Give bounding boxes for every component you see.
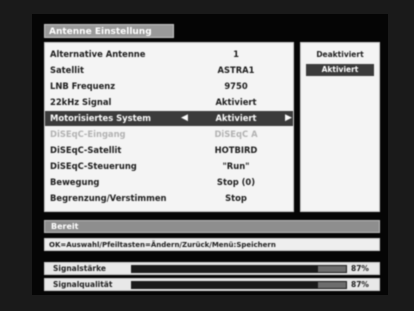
menu-row-bewegung[interactable]: Bewegung Stop (0) — [45, 175, 293, 190]
key-help-bar: OK=Auswahl/Pfeiltasten=Ändern/Zurück/Men… — [44, 238, 380, 251]
menu-row-value: Aktiviert — [215, 113, 257, 123]
signal-strength-meter: Signalstärke 87% — [44, 262, 380, 275]
menu-row-value: Stop — [225, 193, 247, 203]
signal-quality-meter: Signalqualität 87% — [44, 278, 380, 291]
menu-row-lnb-frequenz[interactable]: LNB Frequenz 9750 — [45, 79, 293, 94]
menu-row-label: Begrenzung/Verstimmen — [50, 193, 167, 203]
menu-row-label: Satellit — [50, 65, 84, 75]
menu-row-label: Alternative Antenne — [50, 49, 146, 59]
menu-row-diseqc-satellit[interactable]: DiSEqC-Satellit HOTBIRD — [45, 143, 293, 158]
menu-row-value: Aktiviert — [215, 97, 257, 107]
menu-row-alternative-antenne[interactable]: Alternative Antenne 1 — [45, 47, 293, 62]
option-list-panel: Deaktiviert Aktiviert — [300, 42, 380, 212]
menu-row-value: 1 — [233, 49, 239, 59]
meter-label: Signalqualität — [53, 280, 113, 289]
menu-row-motorisiertes-system[interactable]: Motorisiertes System ◀ Aktiviert ▶ — [45, 111, 293, 126]
menu-row-satellit[interactable]: Satellit ASTRA1 — [45, 63, 293, 78]
menu-row-diseqc-eingang: DiSEqC-Eingang DiSEqC A — [45, 127, 293, 142]
menu-row-value: HOTBIRD — [214, 145, 258, 155]
meter-value: 87% — [351, 264, 369, 273]
status-bar: Bereit — [44, 220, 380, 233]
option-aktiviert[interactable]: Aktiviert — [306, 64, 374, 76]
menu-row-22khz-signal[interactable]: 22kHz Signal Aktiviert — [45, 95, 293, 110]
menu-row-begrenzung[interactable]: Begrenzung/Verstimmen Stop — [45, 191, 293, 206]
menu-row-label: LNB Frequenz — [50, 81, 116, 91]
settings-menu-panel: Alternative Antenne 1 Satellit ASTRA1 LN… — [44, 42, 294, 212]
menu-row-diseqc-steuerung[interactable]: DiSEqC-Steuerung "Run" — [45, 159, 293, 174]
meter-track — [131, 265, 347, 273]
arrow-right-icon[interactable]: ▶ — [285, 111, 292, 126]
menu-row-value: DiSEqC A — [214, 129, 258, 139]
meter-fill — [132, 282, 319, 288]
menu-title: Antenne Einstellung — [44, 24, 174, 38]
menu-row-value: ASTRA1 — [217, 65, 255, 75]
menu-row-label: DiSEqC-Eingang — [50, 129, 126, 139]
option-deaktiviert[interactable]: Deaktiviert — [306, 49, 374, 61]
menu-row-value: 9750 — [224, 81, 248, 91]
menu-row-value: "Run" — [222, 161, 250, 171]
menu-row-label: Motorisiertes System — [50, 113, 151, 123]
meter-value: 87% — [351, 280, 369, 289]
menu-row-label: DiSEqC-Steuerung — [50, 161, 137, 171]
tv-screen: Antenne Einstellung Alternative Antenne … — [0, 0, 414, 311]
meter-fill — [132, 266, 319, 272]
meter-label: Signalstärke — [53, 264, 106, 273]
menu-row-value: Stop (0) — [216, 177, 256, 187]
menu-row-label: Bewegung — [50, 177, 100, 187]
menu-row-label: DiSEqC-Satellit — [50, 145, 122, 155]
meter-track — [131, 281, 347, 289]
menu-row-label: 22kHz Signal — [50, 97, 112, 107]
